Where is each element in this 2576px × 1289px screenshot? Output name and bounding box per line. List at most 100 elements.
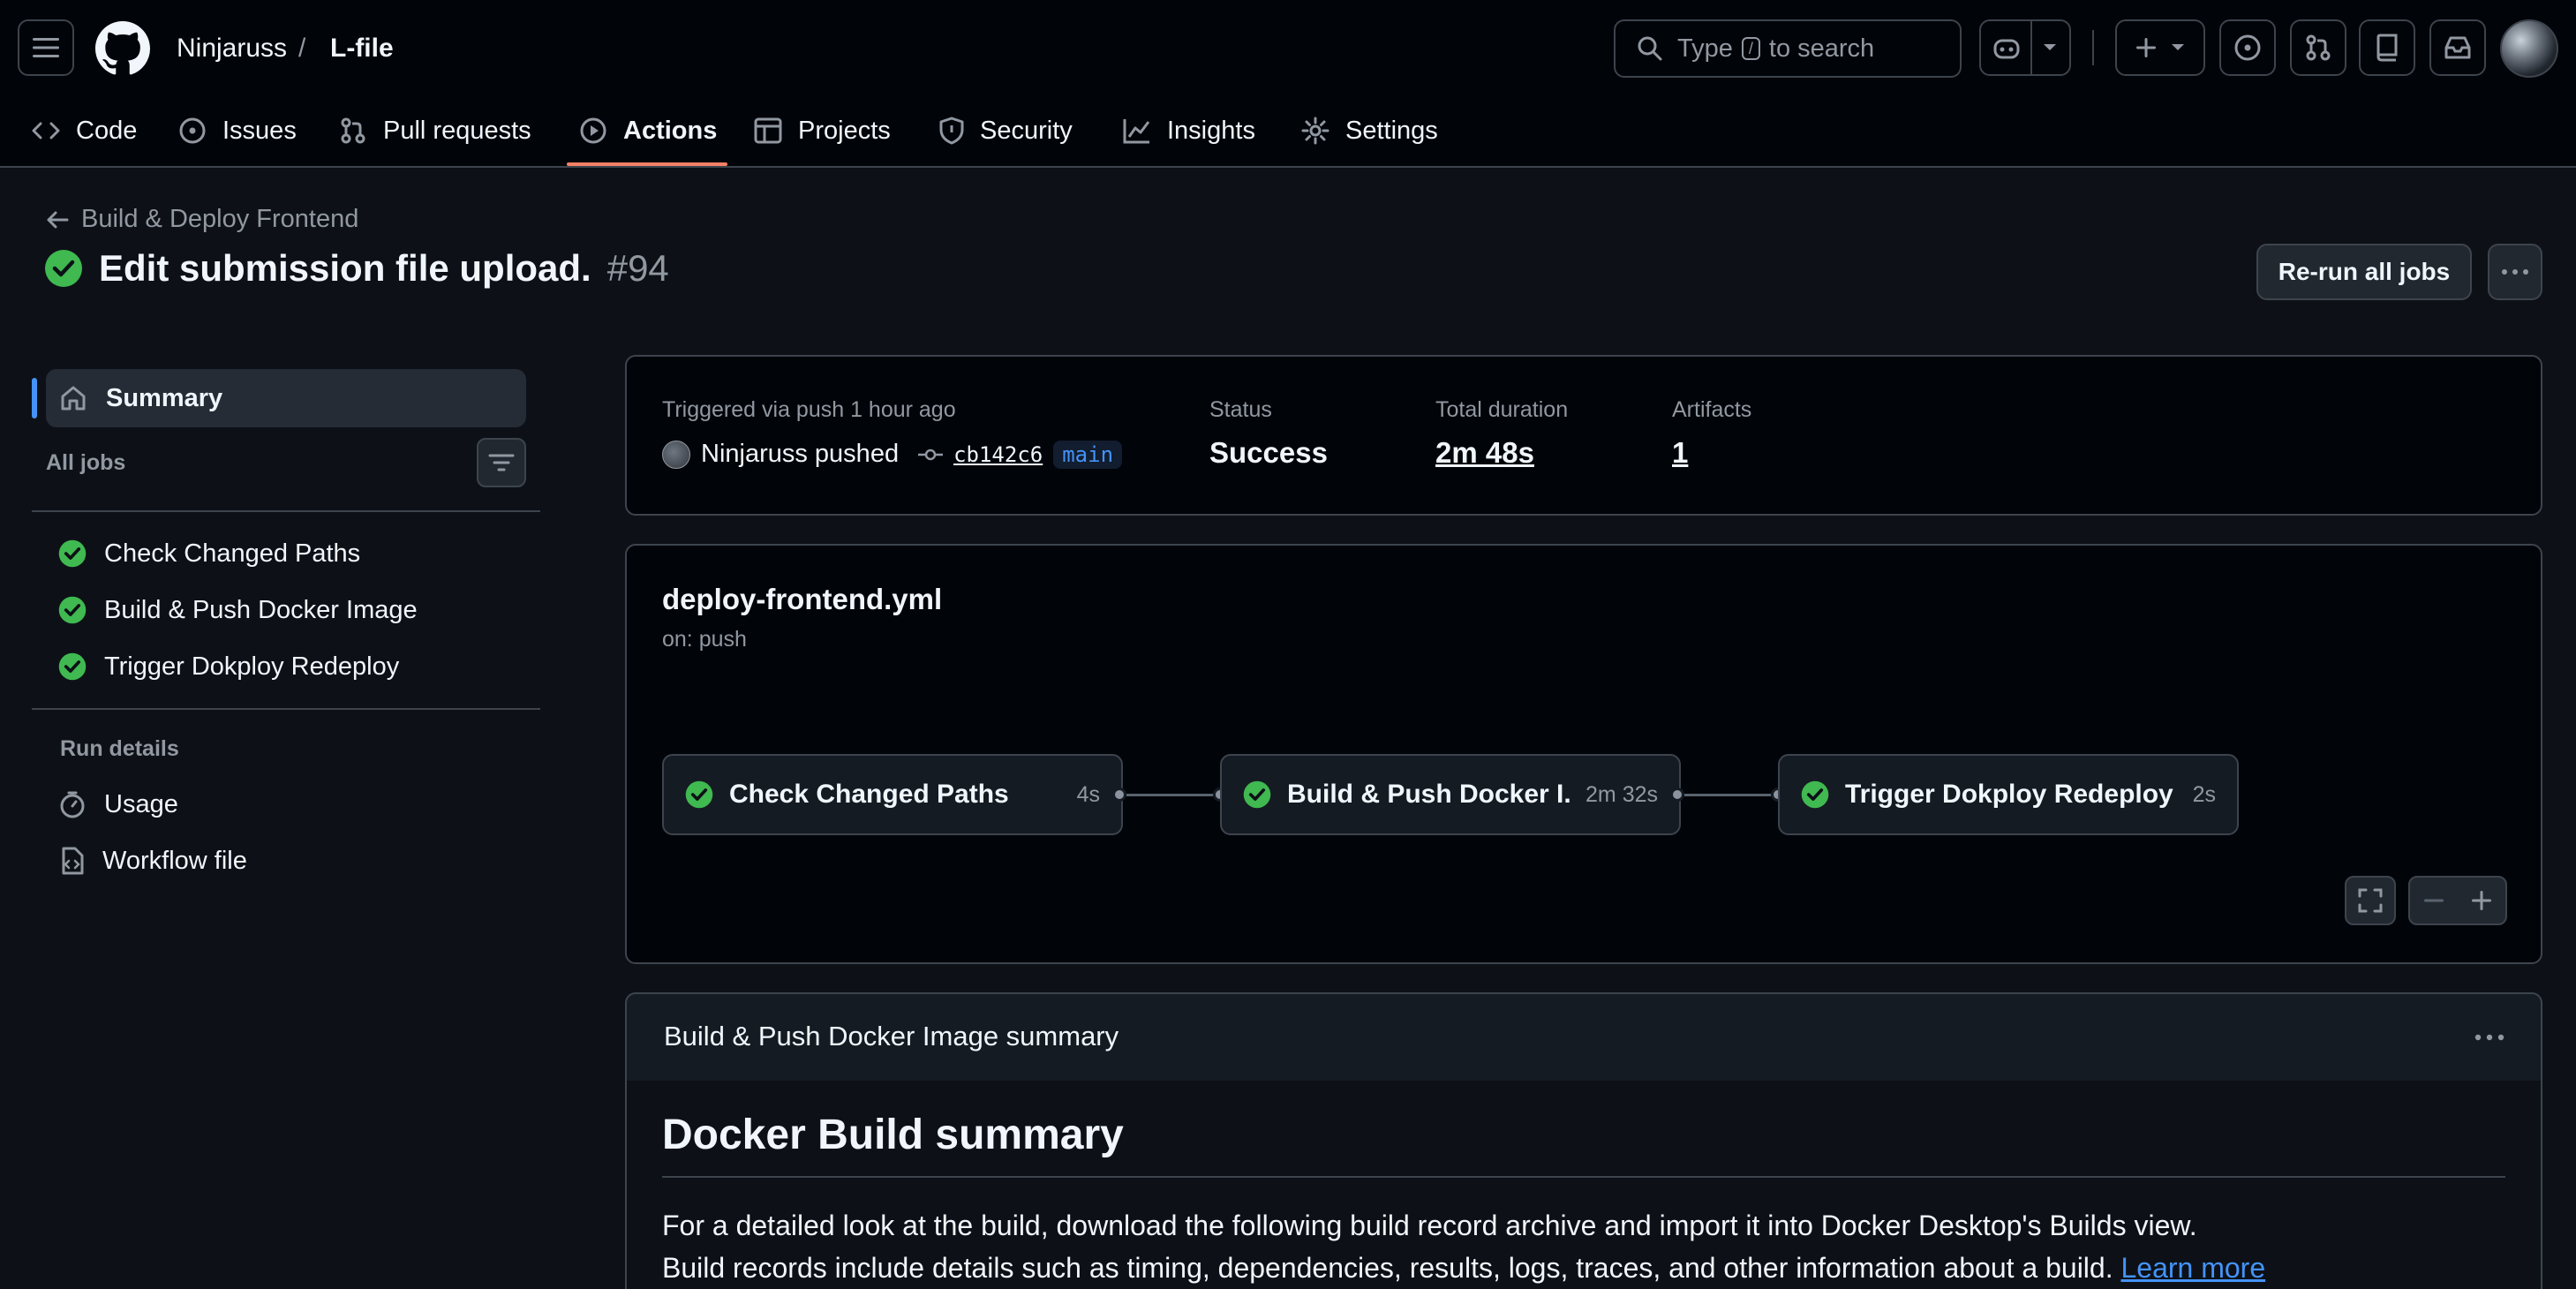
tab-settings[interactable]: Settings (1301, 109, 1438, 152)
gear-icon (1301, 117, 1329, 145)
chevron-down-icon (2043, 44, 2056, 50)
search-icon (1638, 36, 1662, 61)
graph-job-name: Check Changed Paths (729, 780, 1009, 809)
tab-insights[interactable]: Insights (1123, 109, 1255, 152)
workflow-file-name: deploy-frontend.yml (662, 583, 943, 615)
sidebar-item-workflow-file[interactable]: Workflow file (58, 839, 247, 883)
tab-security-label: Security (980, 116, 1073, 145)
summary-paragraph-line2: Build records include details such as ti… (662, 1252, 2265, 1285)
sidebar-job-label: Build & Push Docker Image (104, 595, 418, 624)
home-icon (61, 386, 86, 411)
zoom-controls (2408, 876, 2507, 925)
sidebar-job-label: Trigger Dokploy Redeploy (104, 652, 400, 681)
global-header: Ninjaruss / L-file Type / to search Code… (0, 0, 2576, 168)
inbox-button[interactable] (2429, 19, 2486, 76)
actor-name[interactable]: Ninjaruss pushed (701, 440, 899, 469)
pull-request-icon (341, 117, 365, 144)
tab-actions[interactable]: Actions (579, 109, 717, 152)
check-circle-fill-icon (58, 596, 87, 624)
sidebar-item-label: Usage (104, 789, 178, 818)
repositories-button[interactable] (2359, 19, 2415, 76)
graph-job-duration: 4s (1076, 781, 1100, 807)
rerun-all-jobs-button[interactable]: Re-run all jobs (2256, 244, 2472, 300)
tab-projects[interactable]: Projects (754, 109, 891, 152)
sidebar-item-label: Workflow file (102, 846, 247, 875)
summary-active-indicator (32, 378, 37, 418)
sidebar-divider (32, 708, 540, 710)
graph-icon (1123, 119, 1150, 144)
tab-issues-label: Issues (222, 116, 297, 145)
duration-value[interactable]: 2m 48s (1435, 436, 1534, 470)
tab-pull-requests-label: Pull requests (383, 116, 531, 145)
zoom-in-icon[interactable] (2470, 889, 2493, 912)
branch-badge[interactable]: main (1053, 440, 1123, 469)
graph-job-check-changed-paths[interactable]: Check Changed Paths 4s (662, 754, 1123, 835)
tab-settings-label: Settings (1345, 116, 1438, 145)
check-circle-fill-icon (58, 539, 87, 568)
graph-job-name: Build & Push Docker I... (1287, 780, 1570, 809)
run-details-heading: Run details (60, 736, 179, 761)
breadcrumb-owner[interactable]: Ninjaruss (177, 34, 287, 64)
filter-jobs-button[interactable] (477, 438, 526, 487)
more-options-button[interactable] (2488, 244, 2542, 300)
tab-issues[interactable]: Issues (178, 109, 297, 152)
graph-port (1112, 788, 1126, 802)
learn-more-link[interactable]: Learn more (2120, 1252, 2265, 1284)
breadcrumb-repo[interactable]: L-file (330, 34, 394, 64)
play-icon (580, 117, 606, 144)
create-new-button[interactable] (2115, 19, 2205, 76)
graph-job-name: Trigger Dokploy Redeploy (1845, 780, 2173, 809)
commit-sha-link[interactable]: cb142c6 (953, 442, 1043, 467)
hamburger-icon (33, 38, 59, 57)
graph-job-trigger-dokploy-redeploy[interactable]: Trigger Dokploy Redeploy 2s (1778, 754, 2239, 835)
shield-icon (939, 117, 964, 145)
tab-security[interactable]: Security (939, 109, 1073, 152)
copilot-button-group[interactable] (1979, 19, 2071, 76)
sidebar-job-check-changed-paths[interactable]: Check Changed Paths (58, 531, 360, 576)
sidebar-item-usage[interactable]: Usage (58, 782, 178, 826)
user-avatar[interactable] (2500, 19, 2558, 78)
summary-heading-rule (662, 1176, 2505, 1178)
duration-label: Total duration (1435, 397, 1569, 422)
graph-port (1670, 788, 1684, 802)
run-number: #94 (606, 247, 669, 289)
tab-actions-label: Actions (623, 116, 718, 145)
sidebar-divider (32, 510, 540, 512)
graph-job-build-push-docker-image[interactable]: Build & Push Docker I... 2m 32s (1220, 754, 1681, 835)
trigger-details: Ninjaruss pushed cb142c6 main (662, 440, 1123, 469)
page-title: Edit submission file upload. #94 (44, 247, 669, 290)
menu-button[interactable] (18, 19, 74, 76)
graph-edge (1684, 794, 1776, 796)
check-circle-fill-icon (685, 780, 713, 809)
fullscreen-button[interactable] (2345, 876, 2396, 925)
issue-icon (179, 117, 206, 144)
job-summary-menu-button[interactable] (2472, 1024, 2507, 1051)
run-title-text: Edit submission file upload. (99, 247, 591, 289)
sidebar-job-build-push-docker-image[interactable]: Build & Push Docker Image (58, 588, 418, 632)
tab-code[interactable]: Code (32, 109, 137, 152)
search-shortcut-key: / (1741, 37, 1760, 60)
sidebar-item-summary[interactable]: Summary (46, 369, 526, 427)
github-logo[interactable] (95, 21, 150, 76)
job-summary-header: Build & Push Docker Image summary (625, 992, 2542, 1082)
actor-avatar[interactable] (662, 440, 690, 469)
summary-paragraph-text: Build records include details such as ti… (662, 1252, 2113, 1284)
check-circle-fill-icon (1243, 780, 1271, 809)
filter-icon (488, 454, 515, 471)
search-input[interactable]: Type / to search (1614, 19, 1962, 78)
plus-icon (2136, 38, 2156, 57)
trigger-label: Triggered via push 1 hour ago (662, 397, 956, 422)
copilot-icon (1993, 39, 2020, 59)
check-circle-fill-icon (45, 250, 82, 287)
issue-opened-icon (2234, 34, 2261, 61)
kebab-horizontal-icon (2474, 1034, 2504, 1041)
zoom-out-icon[interactable] (2422, 889, 2445, 912)
issues-button[interactable] (2219, 19, 2276, 76)
back-link-label: Build & Deploy Frontend (81, 205, 359, 233)
pull-requests-button[interactable] (2290, 19, 2346, 76)
back-to-workflow-link[interactable]: Build & Deploy Frontend (46, 205, 358, 234)
artifacts-count[interactable]: 1 (1672, 436, 1688, 470)
sidebar-job-trigger-dokploy-redeploy[interactable]: Trigger Dokploy Redeploy (58, 644, 399, 689)
tab-pull-requests[interactable]: Pull requests (339, 109, 531, 152)
status-label: Status (1209, 397, 1272, 422)
